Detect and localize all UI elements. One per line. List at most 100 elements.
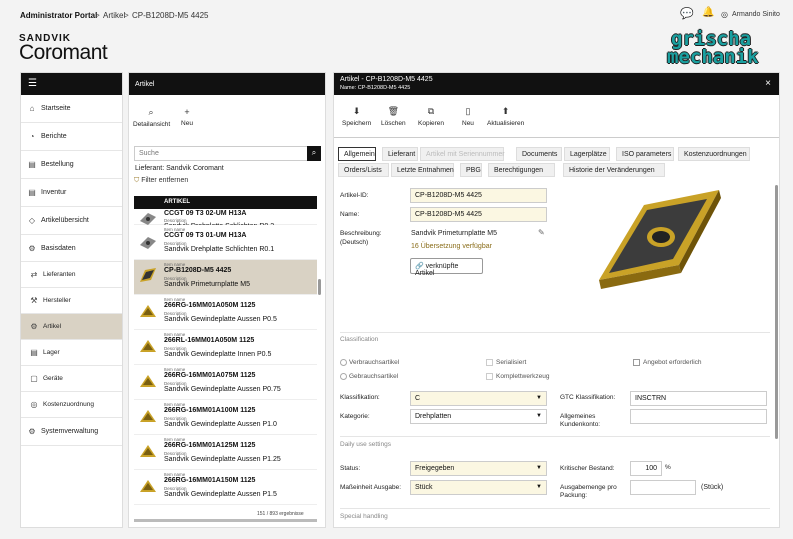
sidebar-subitem-3[interactable]: ▤ Lager bbox=[21, 340, 122, 366]
sidebar-item-label: Startseite bbox=[41, 105, 71, 112]
tab-row2-0[interactable]: Orders/Lists bbox=[338, 163, 389, 177]
pack-qty-unit: (Stück) bbox=[701, 484, 724, 491]
sidebar-subitem-2[interactable]: ⚙ Artikel bbox=[21, 314, 122, 340]
close-icon[interactable]: × bbox=[765, 78, 771, 89]
critical-stock-field[interactable]: 100 bbox=[630, 461, 662, 476]
search-button[interactable]: ⌕ bbox=[307, 146, 321, 161]
home-icon: ⌂ bbox=[29, 104, 35, 113]
list-item[interactable]: Item name 266RG-16MM01A150M 1125 Descrip… bbox=[134, 470, 317, 505]
sidebar-item-system[interactable]: ⚙ Systemverwaltung bbox=[21, 418, 122, 446]
sidebar-item-5[interactable]: ⚙ Basisdaten bbox=[21, 235, 122, 262]
tab-2[interactable]: Artikel mit Seriennummer bbox=[420, 147, 505, 161]
serialized-checkbox[interactable] bbox=[486, 359, 493, 366]
durable-radio[interactable] bbox=[340, 373, 347, 380]
sidebar-item-0[interactable]: ⌂ Startseite bbox=[21, 95, 122, 123]
special-handling-heading: Special handling bbox=[340, 513, 388, 520]
edit-icon[interactable]: ✎ bbox=[538, 228, 545, 237]
chevron-down-icon: ▼ bbox=[536, 395, 542, 401]
toolbar-label: Kopieren bbox=[418, 120, 445, 127]
sidebar-item-4[interactable]: ◇ Artikelübersicht bbox=[21, 207, 122, 235]
detail-scrollbar[interactable] bbox=[775, 185, 778, 439]
tab-5[interactable]: ISO parameters bbox=[616, 147, 674, 161]
tab-3[interactable]: Documents bbox=[516, 147, 562, 161]
grischa-mechanik-logo: grischa mechanik bbox=[667, 28, 779, 68]
user-name[interactable]: Armando Sinito bbox=[732, 11, 780, 18]
pack-qty-field[interactable] bbox=[630, 480, 696, 495]
list-item[interactable]: Item name 266RG-16MM01A125M 1125 Descrip… bbox=[134, 435, 317, 470]
new-button[interactable]: + Neu bbox=[177, 107, 197, 127]
breadcrumb-separator: > bbox=[95, 11, 100, 20]
tab-0[interactable]: Allgemein bbox=[338, 147, 376, 161]
chevron-down-icon: ▼ bbox=[536, 484, 542, 490]
sidebar-subitem-1[interactable]: ⚒ Hersteller bbox=[21, 288, 122, 314]
breadcrumb-artikel[interactable]: Artikel bbox=[103, 11, 125, 20]
portal-title[interactable]: Administrator Portal bbox=[20, 11, 97, 20]
item-description: Sandvik Gewindeplatte Innen P0.5 bbox=[164, 351, 272, 358]
classification-select[interactable]: C ▼ bbox=[410, 391, 547, 406]
list-item[interactable]: Item name 266RG-16MM01A075M 1125 Descrip… bbox=[134, 365, 317, 400]
hamburger-icon[interactable]: ☰ bbox=[28, 78, 37, 89]
toolbar-refresh-button[interactable]: ⬆ Aktualisieren bbox=[487, 106, 524, 127]
customer-account-field[interactable] bbox=[630, 409, 767, 424]
tab-row2-2[interactable]: PBG bbox=[460, 163, 482, 177]
tab-1[interactable]: Lieferant bbox=[382, 147, 418, 161]
subitem-icon: ⇄ bbox=[30, 270, 38, 279]
linked-articles-button[interactable]: 🔗 verknüpfte Artikel bbox=[410, 258, 483, 277]
list-item[interactable]: Item name 266RG-16MM01A100M 1125 Descrip… bbox=[134, 400, 317, 435]
chart-icon: ◔ bbox=[29, 132, 35, 141]
sidebar-subitem-0[interactable]: ⇄ Lieferanten bbox=[21, 262, 122, 288]
tab-row2-1[interactable]: Letzte Entnahmen bbox=[391, 163, 454, 177]
search-input[interactable]: Suche bbox=[134, 146, 309, 161]
consumable-radio[interactable] bbox=[340, 359, 347, 366]
toolbar-trash-button[interactable]: 🗑 Löschen bbox=[381, 106, 406, 127]
tab-4[interactable]: Lagerplätze bbox=[564, 147, 610, 161]
sidebar-item-1[interactable]: ◔ Berichte bbox=[21, 123, 122, 151]
subitem-icon: ⚒ bbox=[30, 296, 38, 305]
list-item[interactable]: CCGT 09 T3 02-UM H13A Description Sandvi… bbox=[134, 209, 317, 230]
list-item[interactable]: Item name CCGT 09 T3 01-UM H13A Descript… bbox=[134, 225, 317, 260]
refresh-icon: ⬆ bbox=[501, 106, 510, 116]
gtc-field[interactable]: INSCTRN bbox=[630, 391, 767, 406]
translations-link[interactable]: 16 Übersetzung verfügbar bbox=[411, 243, 492, 250]
list-item[interactable]: Item name 266RG-16MM01A050M 1125 Descrip… bbox=[134, 295, 317, 330]
complete-tool-checkbox[interactable] bbox=[486, 373, 493, 380]
sidebar-subitem-label: Geräte bbox=[43, 375, 63, 382]
tab-6[interactable]: Kostenzuordnungen bbox=[678, 147, 750, 161]
status-select[interactable]: Freigegeben ▼ bbox=[410, 461, 547, 476]
sidebar-item-label: Bestellung bbox=[41, 161, 74, 168]
chat-icon[interactable]: 💬 bbox=[680, 7, 694, 20]
item-description: Sandvik Gewindeplatte Aussen P1.25 bbox=[164, 456, 281, 463]
sidebar-item-3[interactable]: ▤ Inventur bbox=[21, 179, 122, 207]
name-field[interactable]: CP-B1208D-M5 4425 bbox=[410, 207, 547, 222]
tab-row2-3[interactable]: Berechtigungen bbox=[488, 163, 555, 177]
detail-view-label: Detailansicht bbox=[133, 121, 171, 128]
toolbar-label: Aktualisieren bbox=[487, 120, 525, 127]
category-select[interactable]: Drehplatten ▼ bbox=[410, 409, 547, 424]
sidebar-item-2[interactable]: ▤ Bestellung bbox=[21, 151, 122, 179]
bell-icon[interactable]: 🔔 bbox=[702, 7, 714, 18]
unit-select[interactable]: Stück ▼ bbox=[410, 480, 547, 495]
toolbar-save-button[interactable]: ⬇ Speichern bbox=[342, 106, 371, 127]
list-item[interactable]: Item name CP-B1208D-M5 4425 Description … bbox=[134, 260, 317, 295]
detail-view-button[interactable]: ⌕ Detailansicht bbox=[133, 107, 171, 128]
list-item[interactable]: Item name 266RL-16MM01A050M 1125 Descrip… bbox=[134, 330, 317, 365]
sidebar-subitem-5[interactable]: ◎ Kostenzuordnung bbox=[21, 392, 122, 418]
offer-required-checkbox[interactable] bbox=[633, 359, 640, 366]
artikel-id-field[interactable]: CP-B1208D-M5 4425 bbox=[410, 188, 547, 203]
item-description: Sandvik Gewindeplatte Aussen P0.5 bbox=[164, 316, 277, 323]
offer-required-label: Angebot erforderlich bbox=[643, 359, 702, 366]
serialized-label: Serialisiert bbox=[496, 359, 527, 366]
sidebar-subitem-4[interactable]: ▢ Geräte bbox=[21, 366, 122, 392]
horizontal-scrollbar[interactable] bbox=[134, 519, 317, 522]
sidebar-subitem-label: Artikel bbox=[43, 323, 62, 330]
tab-row2-4[interactable]: Historie der Veränderungen bbox=[563, 163, 665, 177]
toolbar-label: Löschen bbox=[381, 120, 406, 127]
remove-filter-link[interactable]: ⛉ Filter entfernen bbox=[134, 177, 188, 185]
toolbar-new-button[interactable]: ▯ Neu bbox=[462, 106, 474, 127]
toolbar-label: Neu bbox=[462, 120, 474, 127]
result-count: 151 / 893 ergebnisse bbox=[256, 510, 305, 518]
sidebar-item-label: Artikelübersicht bbox=[41, 217, 89, 224]
list-scrollbar[interactable] bbox=[318, 279, 321, 295]
toolbar-copy-button[interactable]: ⧉ Kopieren bbox=[418, 106, 444, 127]
trash-icon: 🗑 bbox=[387, 106, 399, 116]
